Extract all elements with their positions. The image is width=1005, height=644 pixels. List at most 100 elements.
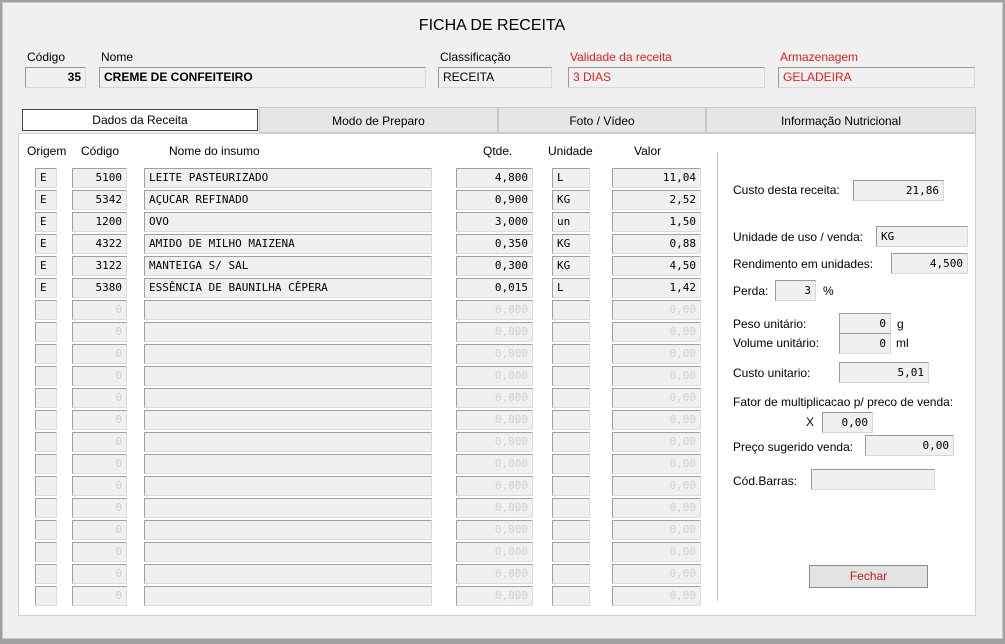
tab-dados-da-receita[interactable]: Dados da Receita	[22, 109, 258, 131]
row-qtde[interactable]: 0,000	[456, 586, 533, 606]
row-origem[interactable]	[35, 410, 57, 430]
row-nome[interactable]	[144, 344, 432, 364]
row-origem[interactable]	[35, 498, 57, 518]
row-unidade[interactable]	[552, 388, 590, 408]
row-codigo[interactable]: 0	[72, 542, 127, 562]
row-nome[interactable]	[144, 542, 432, 562]
codigo-field[interactable]: 35	[25, 67, 86, 88]
row-unidade[interactable]	[552, 542, 590, 562]
row-nome[interactable]: AMIDO DE MILHO MAIZENA	[144, 234, 432, 254]
row-origem[interactable]	[35, 476, 57, 496]
row-codigo[interactable]: 0	[72, 366, 127, 386]
row-unidade[interactable]	[552, 586, 590, 606]
row-codigo[interactable]: 0	[72, 498, 127, 518]
row-nome[interactable]	[144, 300, 432, 320]
row-valor[interactable]: 0,00	[612, 498, 701, 518]
row-origem[interactable]	[35, 388, 57, 408]
classificacao-field[interactable]: RECEITA	[438, 67, 552, 88]
custo-unitario-field[interactable]: 5,01	[839, 362, 929, 383]
row-origem[interactable]: E	[35, 168, 57, 188]
row-qtde[interactable]: 0,000	[456, 432, 533, 452]
row-nome[interactable]	[144, 432, 432, 452]
row-valor[interactable]: 0,00	[612, 322, 701, 342]
row-origem[interactable]: E	[35, 190, 57, 210]
armazenagem-field[interactable]: GELADEIRA	[778, 67, 975, 88]
row-unidade[interactable]: un	[552, 212, 590, 232]
row-unidade[interactable]	[552, 476, 590, 496]
row-qtde[interactable]: 0,000	[456, 520, 533, 540]
row-qtde[interactable]: 0,300	[456, 256, 533, 276]
row-codigo[interactable]: 5100	[72, 168, 127, 188]
row-qtde[interactable]: 0,000	[456, 410, 533, 430]
row-valor[interactable]: 0,00	[612, 564, 701, 584]
row-origem[interactable]	[35, 344, 57, 364]
row-unidade[interactable]	[552, 564, 590, 584]
row-codigo[interactable]: 0	[72, 388, 127, 408]
row-codigo[interactable]: 0	[72, 300, 127, 320]
validade-field[interactable]: 3 DIAS	[568, 67, 765, 88]
row-qtde[interactable]: 0,000	[456, 454, 533, 474]
row-unidade[interactable]	[552, 520, 590, 540]
row-valor[interactable]: 11,04	[612, 168, 701, 188]
row-codigo[interactable]: 5342	[72, 190, 127, 210]
row-origem[interactable]	[35, 454, 57, 474]
row-codigo[interactable]: 1200	[72, 212, 127, 232]
row-unidade[interactable]: KG	[552, 234, 590, 254]
row-valor[interactable]: 0,00	[612, 344, 701, 364]
row-qtde[interactable]: 4,800	[456, 168, 533, 188]
row-unidade[interactable]	[552, 322, 590, 342]
row-qtde[interactable]: 3,000	[456, 212, 533, 232]
row-unidade[interactable]	[552, 498, 590, 518]
row-qtde[interactable]: 0,900	[456, 190, 533, 210]
row-origem[interactable]: E	[35, 278, 57, 298]
row-codigo[interactable]: 0	[72, 586, 127, 606]
nome-field[interactable]: CREME DE CONFEITEIRO	[99, 67, 426, 88]
row-unidade[interactable]: L	[552, 278, 590, 298]
tab-foto-video[interactable]: Foto / Vídeo	[498, 107, 706, 133]
custo-receita-field[interactable]: 21,86	[853, 180, 944, 201]
row-nome[interactable]	[144, 564, 432, 584]
row-qtde[interactable]: 0,000	[456, 322, 533, 342]
row-valor[interactable]: 0,00	[612, 520, 701, 540]
row-valor[interactable]: 0,00	[612, 432, 701, 452]
row-origem[interactable]	[35, 586, 57, 606]
row-qtde[interactable]: 0,000	[456, 344, 533, 364]
row-nome[interactable]: ESSÊNCIA DE BAUNILHA CÊPERA	[144, 278, 432, 298]
row-qtde[interactable]: 0,015	[456, 278, 533, 298]
row-origem[interactable]	[35, 322, 57, 342]
unidade-uso-field[interactable]: KG	[876, 226, 968, 247]
row-valor[interactable]: 4,50	[612, 256, 701, 276]
row-origem[interactable]	[35, 520, 57, 540]
row-nome[interactable]: LEITE PASTEURIZADO	[144, 168, 432, 188]
row-origem[interactable]	[35, 564, 57, 584]
row-nome[interactable]	[144, 322, 432, 342]
cod-barras-field[interactable]	[811, 469, 935, 490]
row-nome[interactable]	[144, 366, 432, 386]
rendimento-field[interactable]: 4,500	[891, 253, 968, 274]
row-qtde[interactable]: 0,000	[456, 300, 533, 320]
row-valor[interactable]: 0,00	[612, 388, 701, 408]
row-valor[interactable]: 0,00	[612, 586, 701, 606]
row-codigo[interactable]: 0	[72, 432, 127, 452]
row-codigo[interactable]: 0	[72, 322, 127, 342]
row-nome[interactable]	[144, 498, 432, 518]
row-valor[interactable]: 0,00	[612, 476, 701, 496]
row-qtde[interactable]: 0,000	[456, 542, 533, 562]
row-codigo[interactable]: 0	[72, 344, 127, 364]
volume-field[interactable]: 0	[839, 333, 891, 354]
row-qtde[interactable]: 0,000	[456, 388, 533, 408]
row-codigo[interactable]: 0	[72, 476, 127, 496]
row-valor[interactable]: 1,42	[612, 278, 701, 298]
row-codigo[interactable]: 0	[72, 454, 127, 474]
row-nome[interactable]	[144, 586, 432, 606]
row-valor[interactable]: 0,00	[612, 300, 701, 320]
row-unidade[interactable]: KG	[552, 190, 590, 210]
row-unidade[interactable]	[552, 432, 590, 452]
fator-field[interactable]: 0,00	[822, 412, 873, 433]
peso-field[interactable]: 0	[839, 313, 891, 334]
row-unidade[interactable]	[552, 410, 590, 430]
row-nome[interactable]	[144, 410, 432, 430]
row-nome[interactable]	[144, 520, 432, 540]
preco-sugerido-field[interactable]: 0,00	[865, 435, 954, 456]
row-origem[interactable]	[35, 432, 57, 452]
